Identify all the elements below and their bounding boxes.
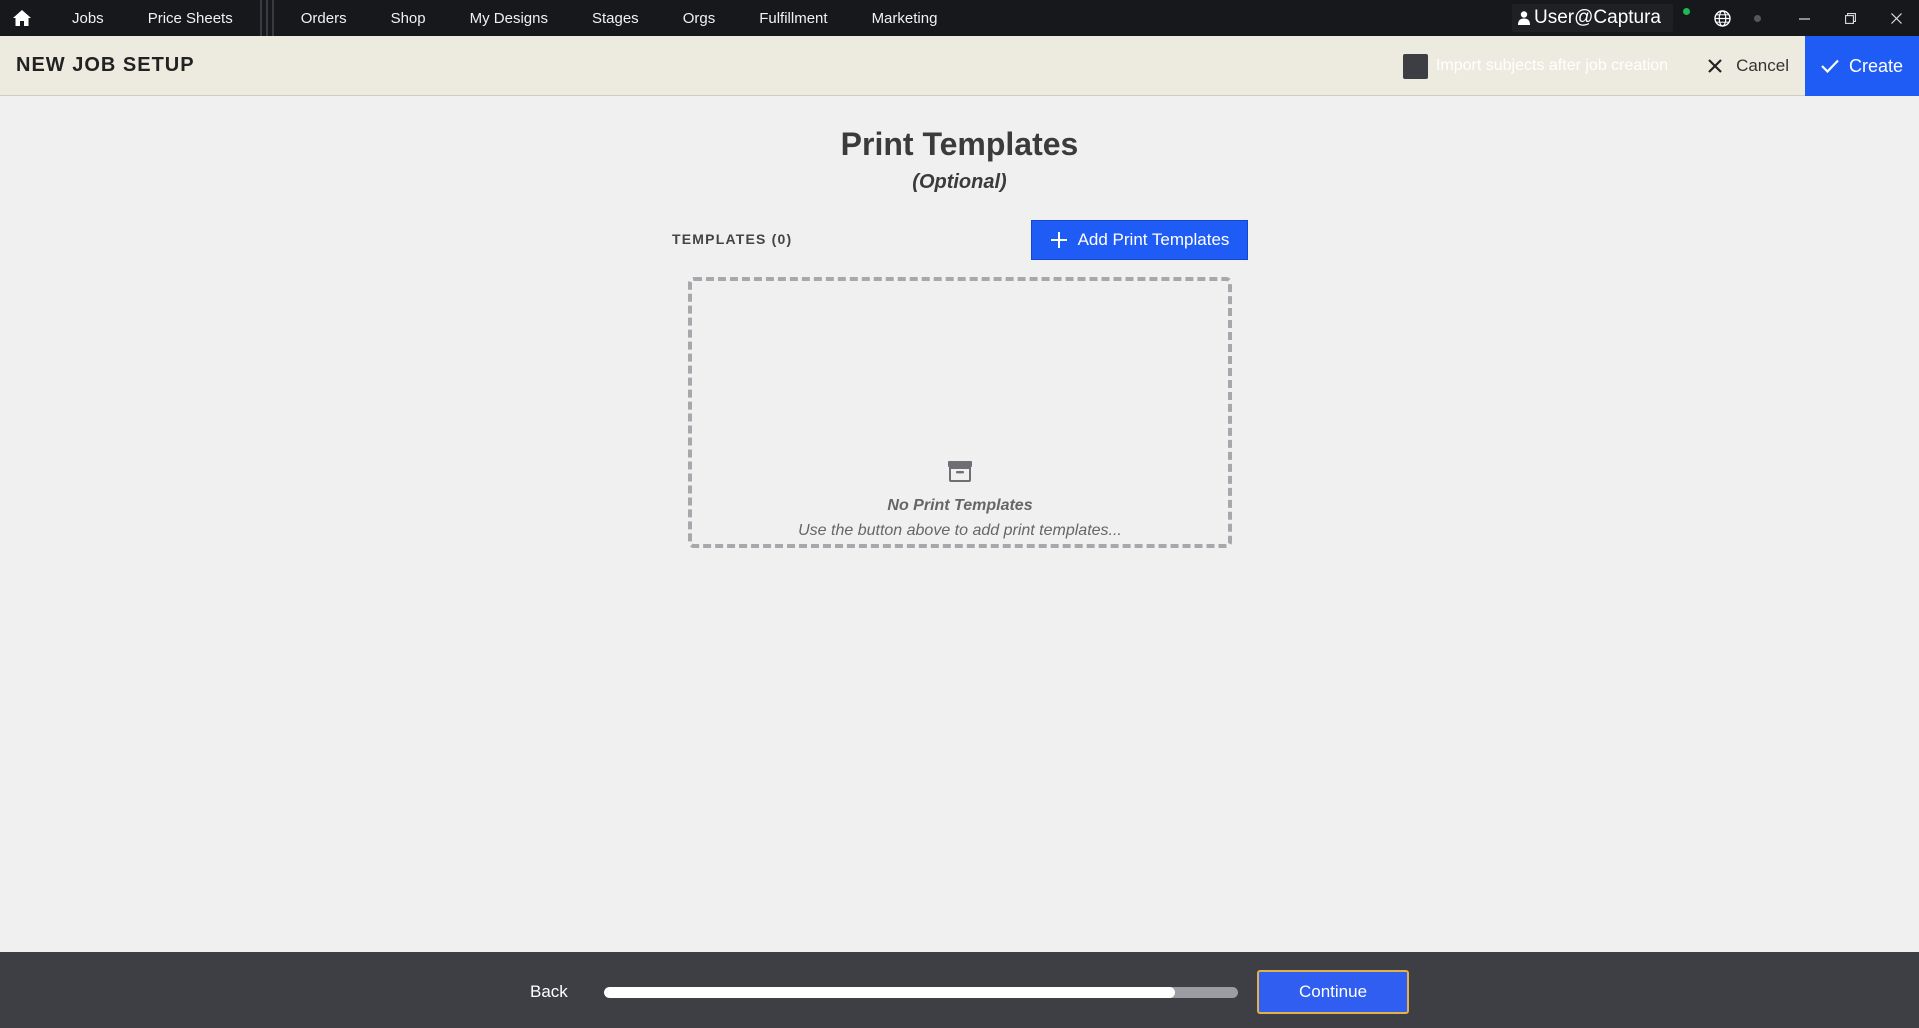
add-print-templates-button[interactable]: Add Print Templates <box>1031 220 1248 260</box>
close-icon <box>1890 12 1902 24</box>
create-label: Create <box>1848 55 1904 76</box>
import-subjects-checkbox[interactable] <box>1402 53 1428 79</box>
back-button[interactable]: Back <box>530 982 568 1002</box>
nav-orders[interactable]: Orders <box>279 0 369 36</box>
nav-right: User@Captura <box>1512 0 1919 36</box>
empty-state-title: No Print Templates <box>887 497 1033 514</box>
restore-icon <box>1844 12 1856 24</box>
import-subjects-option[interactable]: Import subjects after job creation <box>1402 53 1669 79</box>
create-button[interactable]: Create <box>1805 36 1919 96</box>
nav-stages[interactable]: Stages <box>570 0 661 36</box>
language-button[interactable] <box>1704 9 1740 27</box>
cancel-label: Cancel <box>1736 56 1789 75</box>
close-icon <box>1708 59 1722 73</box>
minimize-icon <box>1798 17 1810 20</box>
section-title: Print Templates <box>840 126 1079 162</box>
online-status-icon <box>1683 7 1690 15</box>
user-menu[interactable]: User@Captura <box>1512 4 1683 32</box>
top-nav: Jobs Price Sheets Orders Shop My Designs… <box>0 0 1919 36</box>
page-title: NEW JOB SETUP <box>16 54 195 76</box>
user-icon <box>1518 11 1530 25</box>
nav-fulfillment[interactable]: Fulfillment <box>737 0 849 36</box>
setup-progress-fill <box>604 987 1175 998</box>
restore-button[interactable] <box>1827 0 1873 36</box>
home-icon <box>13 10 31 26</box>
minimize-button[interactable] <box>1781 0 1827 36</box>
nav-separator <box>255 0 279 36</box>
templates-count-label: TEMPLATES (0) <box>672 231 793 247</box>
globe-icon <box>1713 9 1731 27</box>
empty-state-message: Use the button above to add print templa… <box>798 522 1122 539</box>
home-button[interactable] <box>0 0 44 36</box>
continue-label: Continue <box>1298 982 1368 1001</box>
nav-price-sheets[interactable]: Price Sheets <box>126 0 255 36</box>
add-print-templates-label: Add Print Templates <box>1077 230 1230 249</box>
checkmark-icon <box>1821 59 1839 73</box>
cancel-button[interactable]: Cancel <box>1708 56 1789 76</box>
nav-marketing[interactable]: Marketing <box>850 0 960 36</box>
plus-icon <box>1050 232 1067 248</box>
import-subjects-label: Import subjects after job creation <box>1435 57 1669 74</box>
sync-status-icon <box>1754 14 1761 22</box>
setup-progress-bar <box>604 987 1238 998</box>
archive-icon <box>948 461 972 482</box>
close-window-button[interactable] <box>1873 0 1919 36</box>
continue-button[interactable]: Continue <box>1257 970 1409 1014</box>
nav-orgs[interactable]: Orgs <box>661 0 738 36</box>
section-subtitle: (Optional) <box>912 171 1007 193</box>
nav-shop[interactable]: Shop <box>369 0 448 36</box>
page-header: NEW JOB SETUP Import subjects after job … <box>0 36 1919 96</box>
user-name: User@Captura <box>1534 7 1661 28</box>
nav-my-designs[interactable]: My Designs <box>448 0 570 36</box>
nav-jobs[interactable]: Jobs <box>44 0 126 36</box>
